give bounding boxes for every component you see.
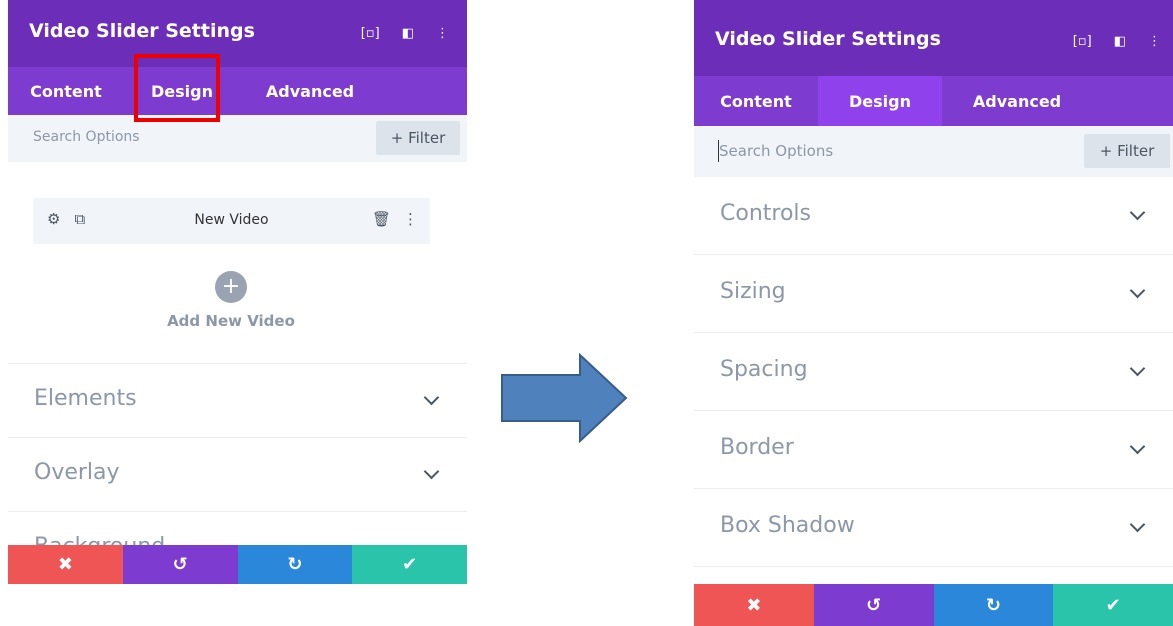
trash-icon[interactable]: 🗑 (372, 210, 391, 228)
video-list-item[interactable]: ⚙ ⧉ New Video 🗑 ⋮ (33, 198, 430, 244)
chevron-down-icon (423, 463, 440, 480)
tab-bar: Content Design Advanced (694, 76, 1173, 126)
save-button[interactable]: ✔ (1053, 584, 1173, 626)
section-sizing[interactable]: Sizing (694, 255, 1173, 333)
chevron-down-icon (1129, 360, 1146, 377)
plus-icon: + (221, 274, 241, 299)
panel-title-bar: Video Slider Settings [▫] ◧ ⋮ (694, 0, 1173, 76)
panel-title: Video Slider Settings (715, 28, 941, 50)
add-new-video-label[interactable]: Add New Video (8, 312, 454, 330)
video-item-label: New Video (194, 212, 269, 228)
search-input[interactable]: Search Options (33, 129, 140, 145)
cancel-button[interactable]: ✖ (694, 584, 814, 626)
section-overlay[interactable]: Overlay (8, 438, 467, 512)
tab-advanced[interactable]: Advanced (240, 67, 380, 115)
chevron-down-icon (1129, 438, 1146, 455)
cancel-button[interactable]: ✖ (8, 545, 123, 584)
chevron-down-icon (423, 389, 440, 406)
filter-button[interactable]: + Filter (1084, 134, 1170, 168)
tab-content[interactable]: Content (694, 76, 818, 126)
chevron-down-icon (1129, 282, 1146, 299)
action-footer: ✖ ↺ ↻ ✔ (8, 545, 467, 584)
tab-bar: Content Design Advanced (8, 67, 467, 115)
search-bar: Search Options + Filter (8, 115, 467, 162)
save-button[interactable]: ✔ (352, 545, 467, 584)
section-elements[interactable]: Elements (8, 364, 467, 438)
search-bar: Search Options + Filter (694, 126, 1173, 177)
action-footer: ✖ ↺ ↻ ✔ (694, 584, 1173, 626)
fullscreen-icon[interactable]: [▫] (361, 26, 380, 41)
undo-button[interactable]: ↺ (122, 545, 238, 584)
more-options-icon[interactable]: ⋮ (1148, 34, 1161, 49)
redo-button[interactable]: ↻ (237, 545, 353, 584)
tab-content[interactable]: Content (8, 67, 124, 115)
split-view-icon[interactable]: ◧ (402, 26, 414, 41)
tab-design[interactable]: Design (818, 76, 942, 126)
chevron-down-icon (1129, 204, 1146, 221)
right-arrow-icon (501, 353, 628, 443)
section-border[interactable]: Border (694, 411, 1173, 489)
tab-advanced[interactable]: Advanced (942, 76, 1092, 126)
fullscreen-icon[interactable]: [▫] (1073, 34, 1092, 49)
design-tab-highlight (134, 54, 220, 122)
undo-button[interactable]: ↺ (813, 584, 934, 626)
split-view-icon[interactable]: ◧ (1114, 34, 1126, 49)
filter-button[interactable]: + Filter (376, 121, 460, 155)
item-more-icon[interactable]: ⋮ (403, 210, 418, 228)
more-options-icon[interactable]: ⋮ (436, 26, 449, 41)
panel-title-bar: Video Slider Settings [▫] ◧ ⋮ (8, 0, 467, 67)
add-new-video-button[interactable]: + (215, 271, 247, 303)
settings-panel-before: Video Slider Settings [▫] ◧ ⋮ Content De… (8, 0, 467, 584)
section-box-shadow[interactable]: Box Shadow (694, 489, 1173, 567)
section-spacing[interactable]: Spacing (694, 333, 1173, 411)
redo-button[interactable]: ↻ (933, 584, 1054, 626)
settings-panel-after: Video Slider Settings [▫] ◧ ⋮ Content De… (694, 0, 1173, 626)
section-controls[interactable]: Controls (694, 177, 1173, 255)
panel-title: Video Slider Settings (29, 20, 255, 42)
chevron-down-icon (1129, 516, 1146, 533)
search-input[interactable]: Search Options (719, 142, 833, 160)
